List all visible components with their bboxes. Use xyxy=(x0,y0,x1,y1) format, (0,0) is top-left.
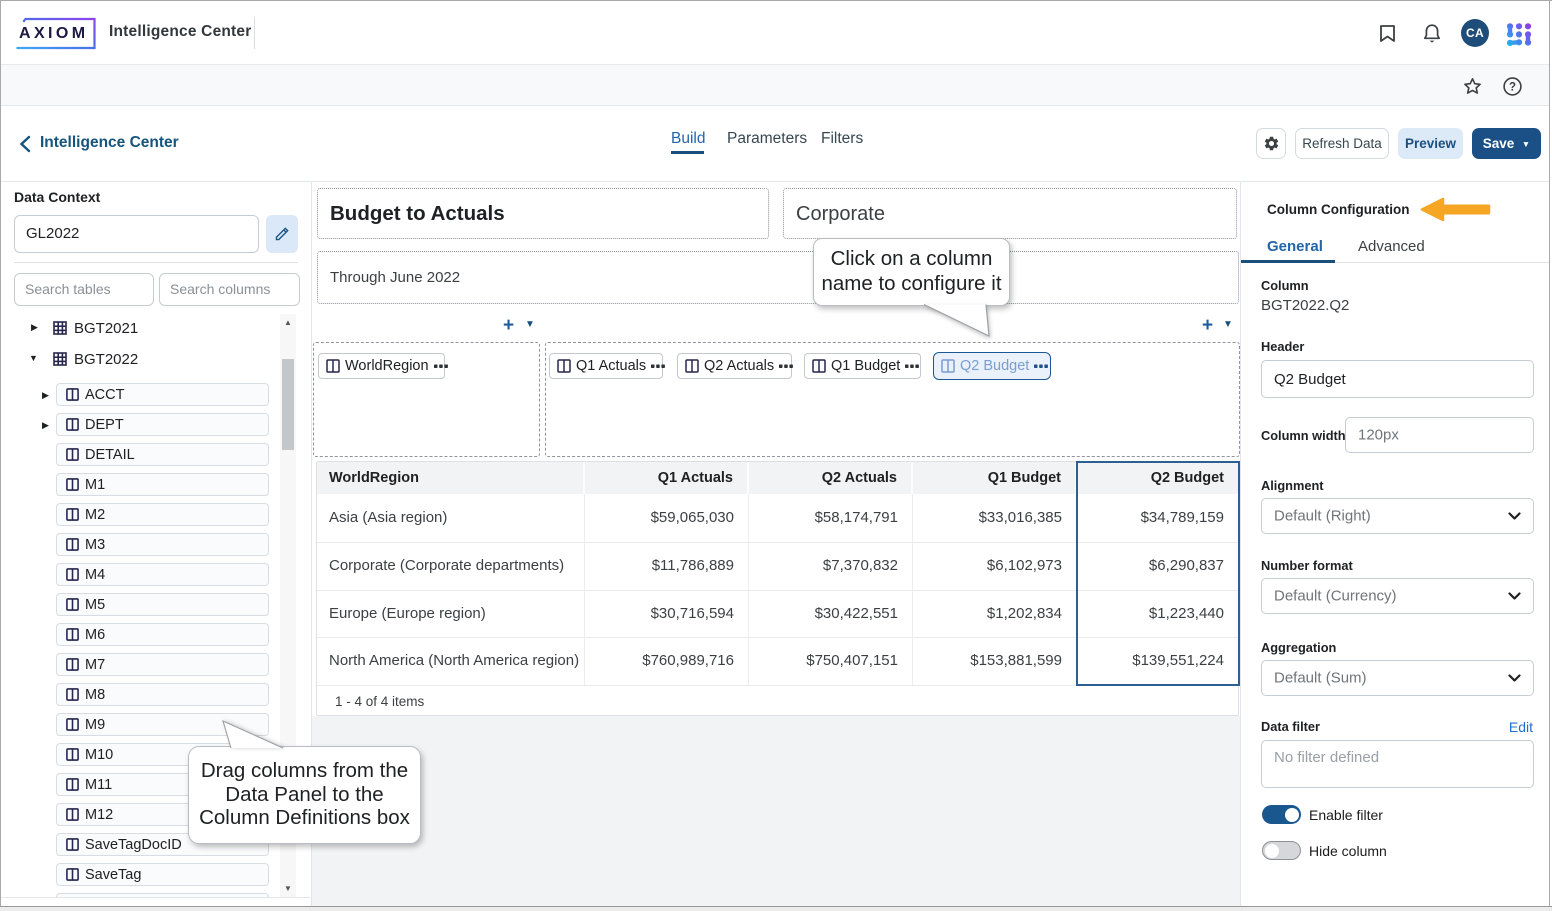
svg-text:?: ? xyxy=(1509,82,1516,94)
